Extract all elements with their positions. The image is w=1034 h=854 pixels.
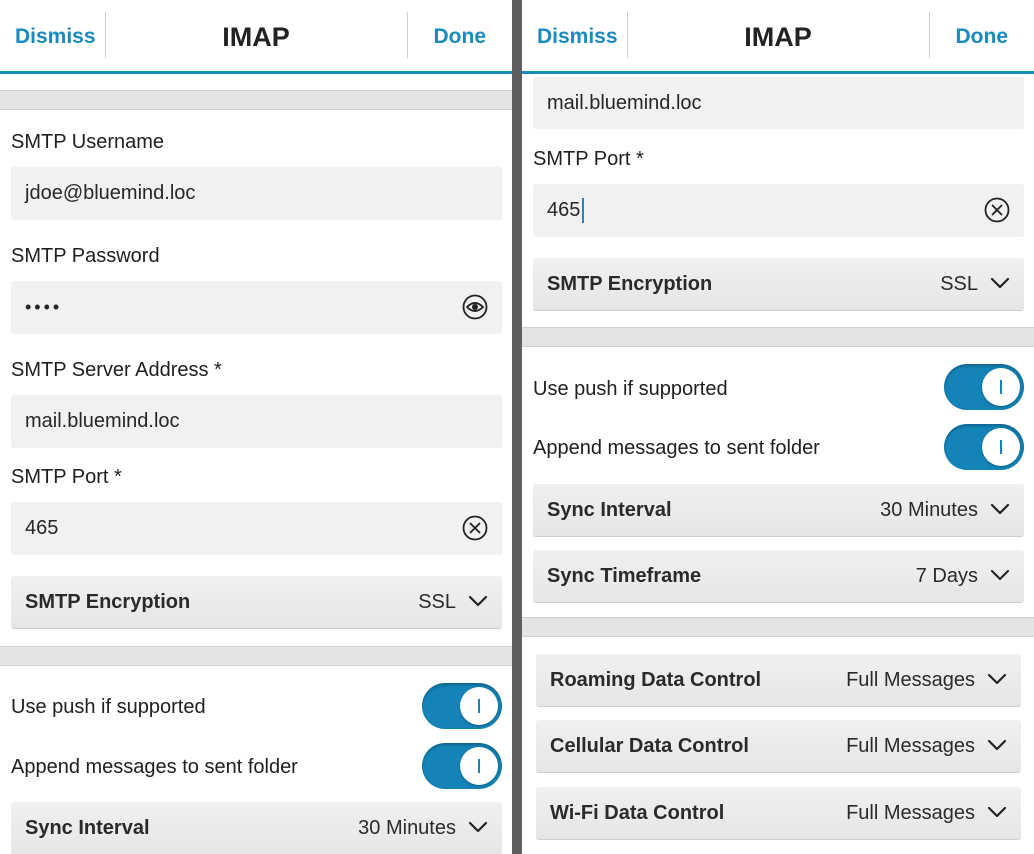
wifi-data-dropdown[interactable]: Wi-Fi Data Control Full Messages (536, 787, 1021, 840)
screenshot-divider (512, 0, 522, 854)
use-push-label: Use push if supported (533, 378, 728, 400)
done-button[interactable]: Done (956, 0, 1009, 71)
append-sent-toggle[interactable] (422, 743, 502, 789)
left-settings-screen: Dismiss IMAP Done SMTP Username jdoe@blu… (0, 0, 512, 854)
sync-interval-dropdown[interactable]: Sync Interval 30 Minutes (11, 802, 502, 854)
smtp-port-value: 465 (25, 517, 59, 539)
cellular-data-value: Full Messages (846, 735, 975, 757)
sync-interval-label: Sync Interval (547, 499, 672, 521)
smtp-server-value: mail.bluemind.loc (25, 410, 180, 432)
roaming-data-label: Roaming Data Control (550, 669, 762, 691)
chevron-down-icon (987, 806, 1007, 818)
smtp-encryption-dropdown[interactable]: SMTP Encryption SSL (533, 258, 1024, 311)
smtp-username-label: SMTP Username (11, 131, 165, 153)
chevron-down-icon (987, 739, 1007, 751)
smtp-encryption-dropdown[interactable]: SMTP Encryption SSL (11, 576, 502, 629)
sync-interval-value: 30 Minutes (358, 817, 456, 839)
right-settings-screen: Dismiss IMAP Done mail.bluemind.loc SMTP… (522, 0, 1034, 854)
sync-interval-value: 30 Minutes (880, 499, 978, 521)
eye-icon[interactable] (462, 294, 488, 320)
toggle-knob (460, 747, 498, 785)
toggle-knob (982, 368, 1020, 406)
append-sent-label: Append messages to sent folder (11, 756, 298, 778)
smtp-password-field[interactable]: •••• (11, 281, 502, 334)
chevron-down-icon (990, 569, 1010, 581)
smtp-encryption-value: SSL (940, 273, 978, 295)
title-bar: Dismiss IMAP Done (522, 0, 1034, 74)
smtp-port-label: SMTP Port * (533, 148, 644, 170)
smtp-username-field[interactable]: jdoe@bluemind.loc (11, 167, 502, 220)
sync-interval-dropdown[interactable]: Sync Interval 30 Minutes (533, 484, 1024, 537)
titlebar-divider (407, 12, 408, 58)
smtp-port-field[interactable]: 465 (11, 502, 502, 555)
smtp-password-value: •••• (25, 297, 63, 317)
titlebar-divider (929, 12, 930, 58)
use-push-label: Use push if supported (11, 696, 206, 718)
chevron-down-icon (990, 503, 1010, 515)
title-bar: Dismiss IMAP Done (0, 0, 512, 74)
smtp-encryption-value: SSL (418, 591, 456, 613)
smtp-password-label: SMTP Password (11, 245, 160, 267)
text-cursor (582, 198, 584, 223)
sync-timeframe-dropdown[interactable]: Sync Timeframe 7 Days (533, 550, 1024, 603)
chevron-down-icon (468, 821, 488, 833)
toggle-knob (460, 687, 498, 725)
smtp-server-field[interactable]: mail.bluemind.loc (11, 395, 502, 448)
smtp-server-label: SMTP Server Address * (11, 359, 222, 381)
sync-timeframe-label: Sync Timeframe (547, 565, 702, 587)
smtp-username-value: jdoe@bluemind.loc (25, 182, 196, 204)
done-button[interactable]: Done (434, 0, 487, 71)
section-separator (522, 617, 1034, 637)
section-separator (0, 90, 512, 110)
smtp-port-label: SMTP Port * (11, 466, 122, 488)
append-sent-label: Append messages to sent folder (533, 437, 820, 459)
smtp-server-field[interactable]: mail.bluemind.loc (533, 77, 1024, 129)
section-separator (522, 327, 1034, 347)
wifi-data-value: Full Messages (846, 802, 975, 824)
clear-circle-x-icon[interactable] (984, 197, 1010, 223)
chevron-down-icon (468, 595, 488, 607)
smtp-port-field[interactable]: 465 (533, 184, 1024, 237)
roaming-data-dropdown[interactable]: Roaming Data Control Full Messages (536, 654, 1021, 707)
chevron-down-icon (987, 673, 1007, 685)
cellular-data-label: Cellular Data Control (550, 735, 749, 757)
cellular-data-dropdown[interactable]: Cellular Data Control Full Messages (536, 720, 1021, 773)
append-sent-toggle[interactable] (944, 424, 1024, 470)
toggle-knob (982, 428, 1020, 466)
sync-interval-label: Sync Interval (25, 817, 150, 839)
use-push-toggle[interactable] (422, 683, 502, 729)
wifi-data-label: Wi-Fi Data Control (550, 802, 725, 824)
roaming-data-value: Full Messages (846, 669, 975, 691)
sync-timeframe-value: 7 Days (915, 565, 978, 587)
section-separator (0, 646, 512, 666)
smtp-encryption-label: SMTP Encryption (547, 273, 713, 295)
smtp-server-value: mail.bluemind.loc (547, 92, 702, 114)
chevron-down-icon (990, 277, 1010, 289)
use-push-toggle[interactable] (944, 364, 1024, 410)
smtp-port-value: 465 (547, 199, 581, 221)
smtp-encryption-label: SMTP Encryption (25, 591, 191, 613)
clear-circle-x-icon[interactable] (462, 515, 488, 541)
